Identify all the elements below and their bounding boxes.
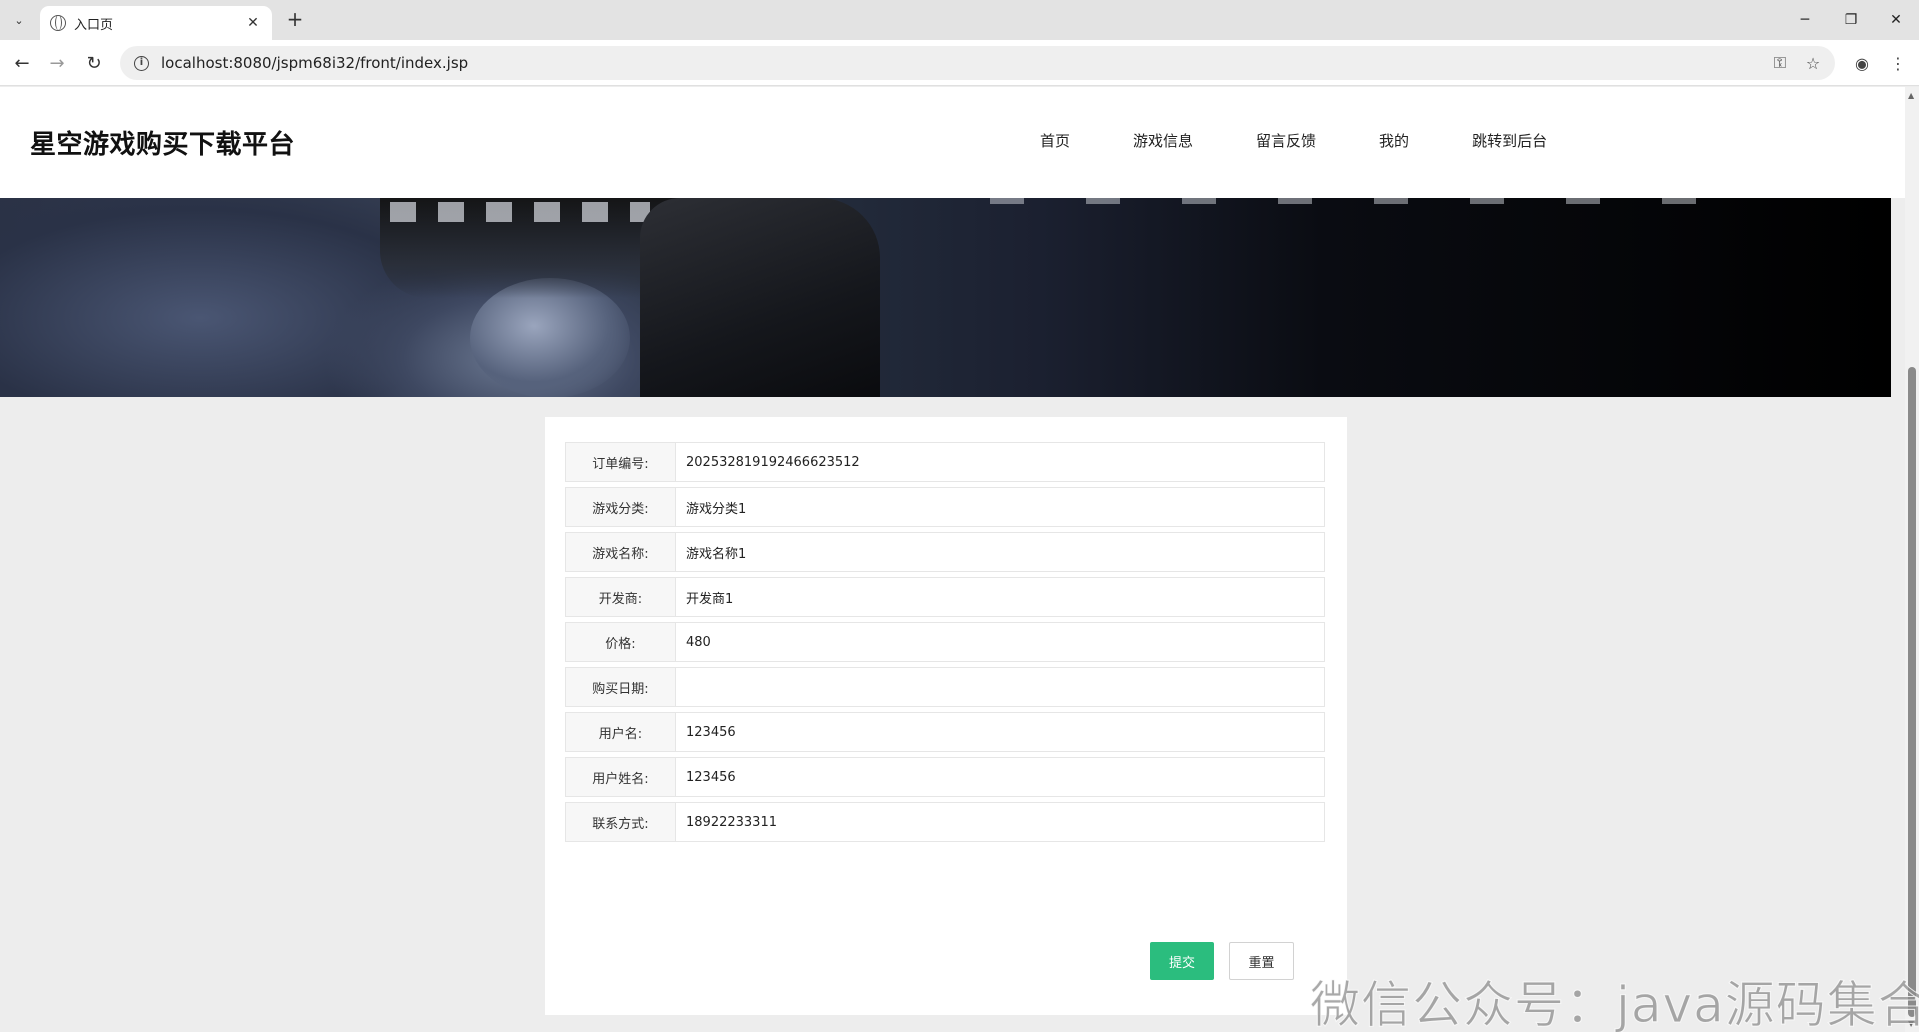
contact-label: 联系方式: — [565, 802, 675, 842]
new-tab-icon[interactable]: + — [282, 8, 308, 32]
browser-toolbar: ← → ↻ i localhost:8080/jspm68i32/front/i… — [0, 40, 1919, 86]
reset-button[interactable]: 重置 — [1229, 942, 1294, 980]
full-name-input[interactable]: 123456 — [675, 757, 1325, 797]
site-nav: 首页 游戏信息 留言反馈 我的 跳转到后台 — [1040, 130, 1610, 151]
order-form: 订单编号: 2025328191924666235​12 游戏分类: 游戏分类1… — [545, 417, 1347, 1015]
back-icon[interactable]: ← — [8, 49, 36, 77]
browser-tabstrip: ⌄ 入口页 ✕ + ─ ❐ ✕ — [0, 0, 1919, 40]
tab-close-icon[interactable]: ✕ — [244, 15, 262, 31]
nav-home[interactable]: 首页 — [1040, 130, 1070, 151]
form-row-order-number: 订单编号: 2025328191924666235​12 — [565, 442, 1325, 482]
reload-icon[interactable]: ↻ — [80, 49, 108, 77]
menu-icon[interactable]: ⋮ — [1884, 49, 1912, 77]
username-input[interactable]: 123456 — [675, 712, 1325, 752]
banner-letters — [990, 198, 1730, 204]
form-row-full-name: 用户姓名: 123456 — [565, 757, 1325, 797]
watermark-text: 微信公众号：java源码集合 — [1310, 976, 1919, 1032]
form-row-contact: 联系方式: 18922233311 — [565, 802, 1325, 842]
url-text: localhost:8080/jspm68i32/front/index.jsp — [161, 54, 469, 72]
nav-feedback[interactable]: 留言反馈 — [1256, 130, 1316, 151]
form-row-game-category: 游戏分类: 游戏分类1 — [565, 487, 1325, 527]
banner-image — [0, 198, 1891, 397]
purchase-date-label: 购买日期: — [565, 667, 675, 707]
submit-button[interactable]: 提交 — [1150, 942, 1214, 980]
tab-search-chevron-icon[interactable]: ⌄ — [6, 8, 32, 32]
game-category-label: 游戏分类: — [565, 487, 675, 527]
nav-mine[interactable]: 我的 — [1379, 130, 1409, 151]
site-header: 星空游戏购买下载平台 首页 游戏信息 留言反馈 我的 跳转到后台 — [0, 87, 1905, 198]
form-row-developer: 开发商: 开发商1 — [565, 577, 1325, 617]
scroll-up-arrow-icon[interactable]: ▲ — [1908, 91, 1914, 100]
browser-tab[interactable]: 入口页 ✕ — [40, 6, 272, 40]
form-row-price: 价格: 480 — [565, 622, 1325, 662]
username-label: 用户名: — [565, 712, 675, 752]
price-input[interactable]: 480 — [675, 622, 1325, 662]
password-key-icon[interactable]: ⚿ — [1766, 49, 1794, 77]
contact-input[interactable]: 18922233311 — [675, 802, 1325, 842]
scrollbar-thumb[interactable] — [1908, 367, 1916, 1017]
game-name-label: 游戏名称: — [565, 532, 675, 572]
game-category-input[interactable]: 游戏分类1 — [675, 487, 1325, 527]
address-bar[interactable]: i localhost:8080/jspm68i32/front/index.j… — [120, 46, 1835, 80]
nav-game-info[interactable]: 游戏信息 — [1133, 130, 1193, 151]
nav-admin[interactable]: 跳转到后台 — [1472, 130, 1547, 151]
full-name-label: 用户姓名: — [565, 757, 675, 797]
site-title: 星空游戏购买下载平台 — [30, 130, 296, 160]
form-row-game-name: 游戏名称: 游戏名称1 — [565, 532, 1325, 572]
order-number-input[interactable]: 2025328191924666235​12 — [675, 442, 1325, 482]
profile-icon[interactable]: ◉ — [1848, 49, 1876, 77]
price-label: 价格: — [565, 622, 675, 662]
bookmark-star-icon[interactable]: ☆ — [1799, 49, 1827, 77]
tab-title: 入口页 — [74, 17, 114, 33]
page-scrollbar[interactable]: ▲ ▼ — [1905, 87, 1919, 1032]
restore-icon[interactable]: ❐ — [1828, 4, 1874, 36]
minimize-icon[interactable]: ─ — [1782, 4, 1828, 36]
banner-glove — [640, 198, 880, 397]
developer-input[interactable]: 开发商1 — [675, 577, 1325, 617]
form-row-purchase-date: 购买日期: — [565, 667, 1325, 707]
page-viewport: 星空游戏购买下载平台 首页 游戏信息 留言反馈 我的 跳转到后台 订单编号: 2… — [0, 87, 1905, 1032]
close-window-icon[interactable]: ✕ — [1873, 4, 1919, 36]
order-number-label: 订单编号: — [565, 442, 675, 482]
form-row-username: 用户名: 123456 — [565, 712, 1325, 752]
info-icon[interactable]: i — [134, 55, 149, 71]
game-name-input[interactable]: 游戏名称1 — [675, 532, 1325, 572]
forward-icon[interactable]: → — [43, 49, 71, 77]
purchase-date-input[interactable] — [675, 667, 1325, 707]
developer-label: 开发商: — [565, 577, 675, 617]
banner-stripes — [390, 202, 650, 222]
globe-icon — [50, 15, 66, 31]
